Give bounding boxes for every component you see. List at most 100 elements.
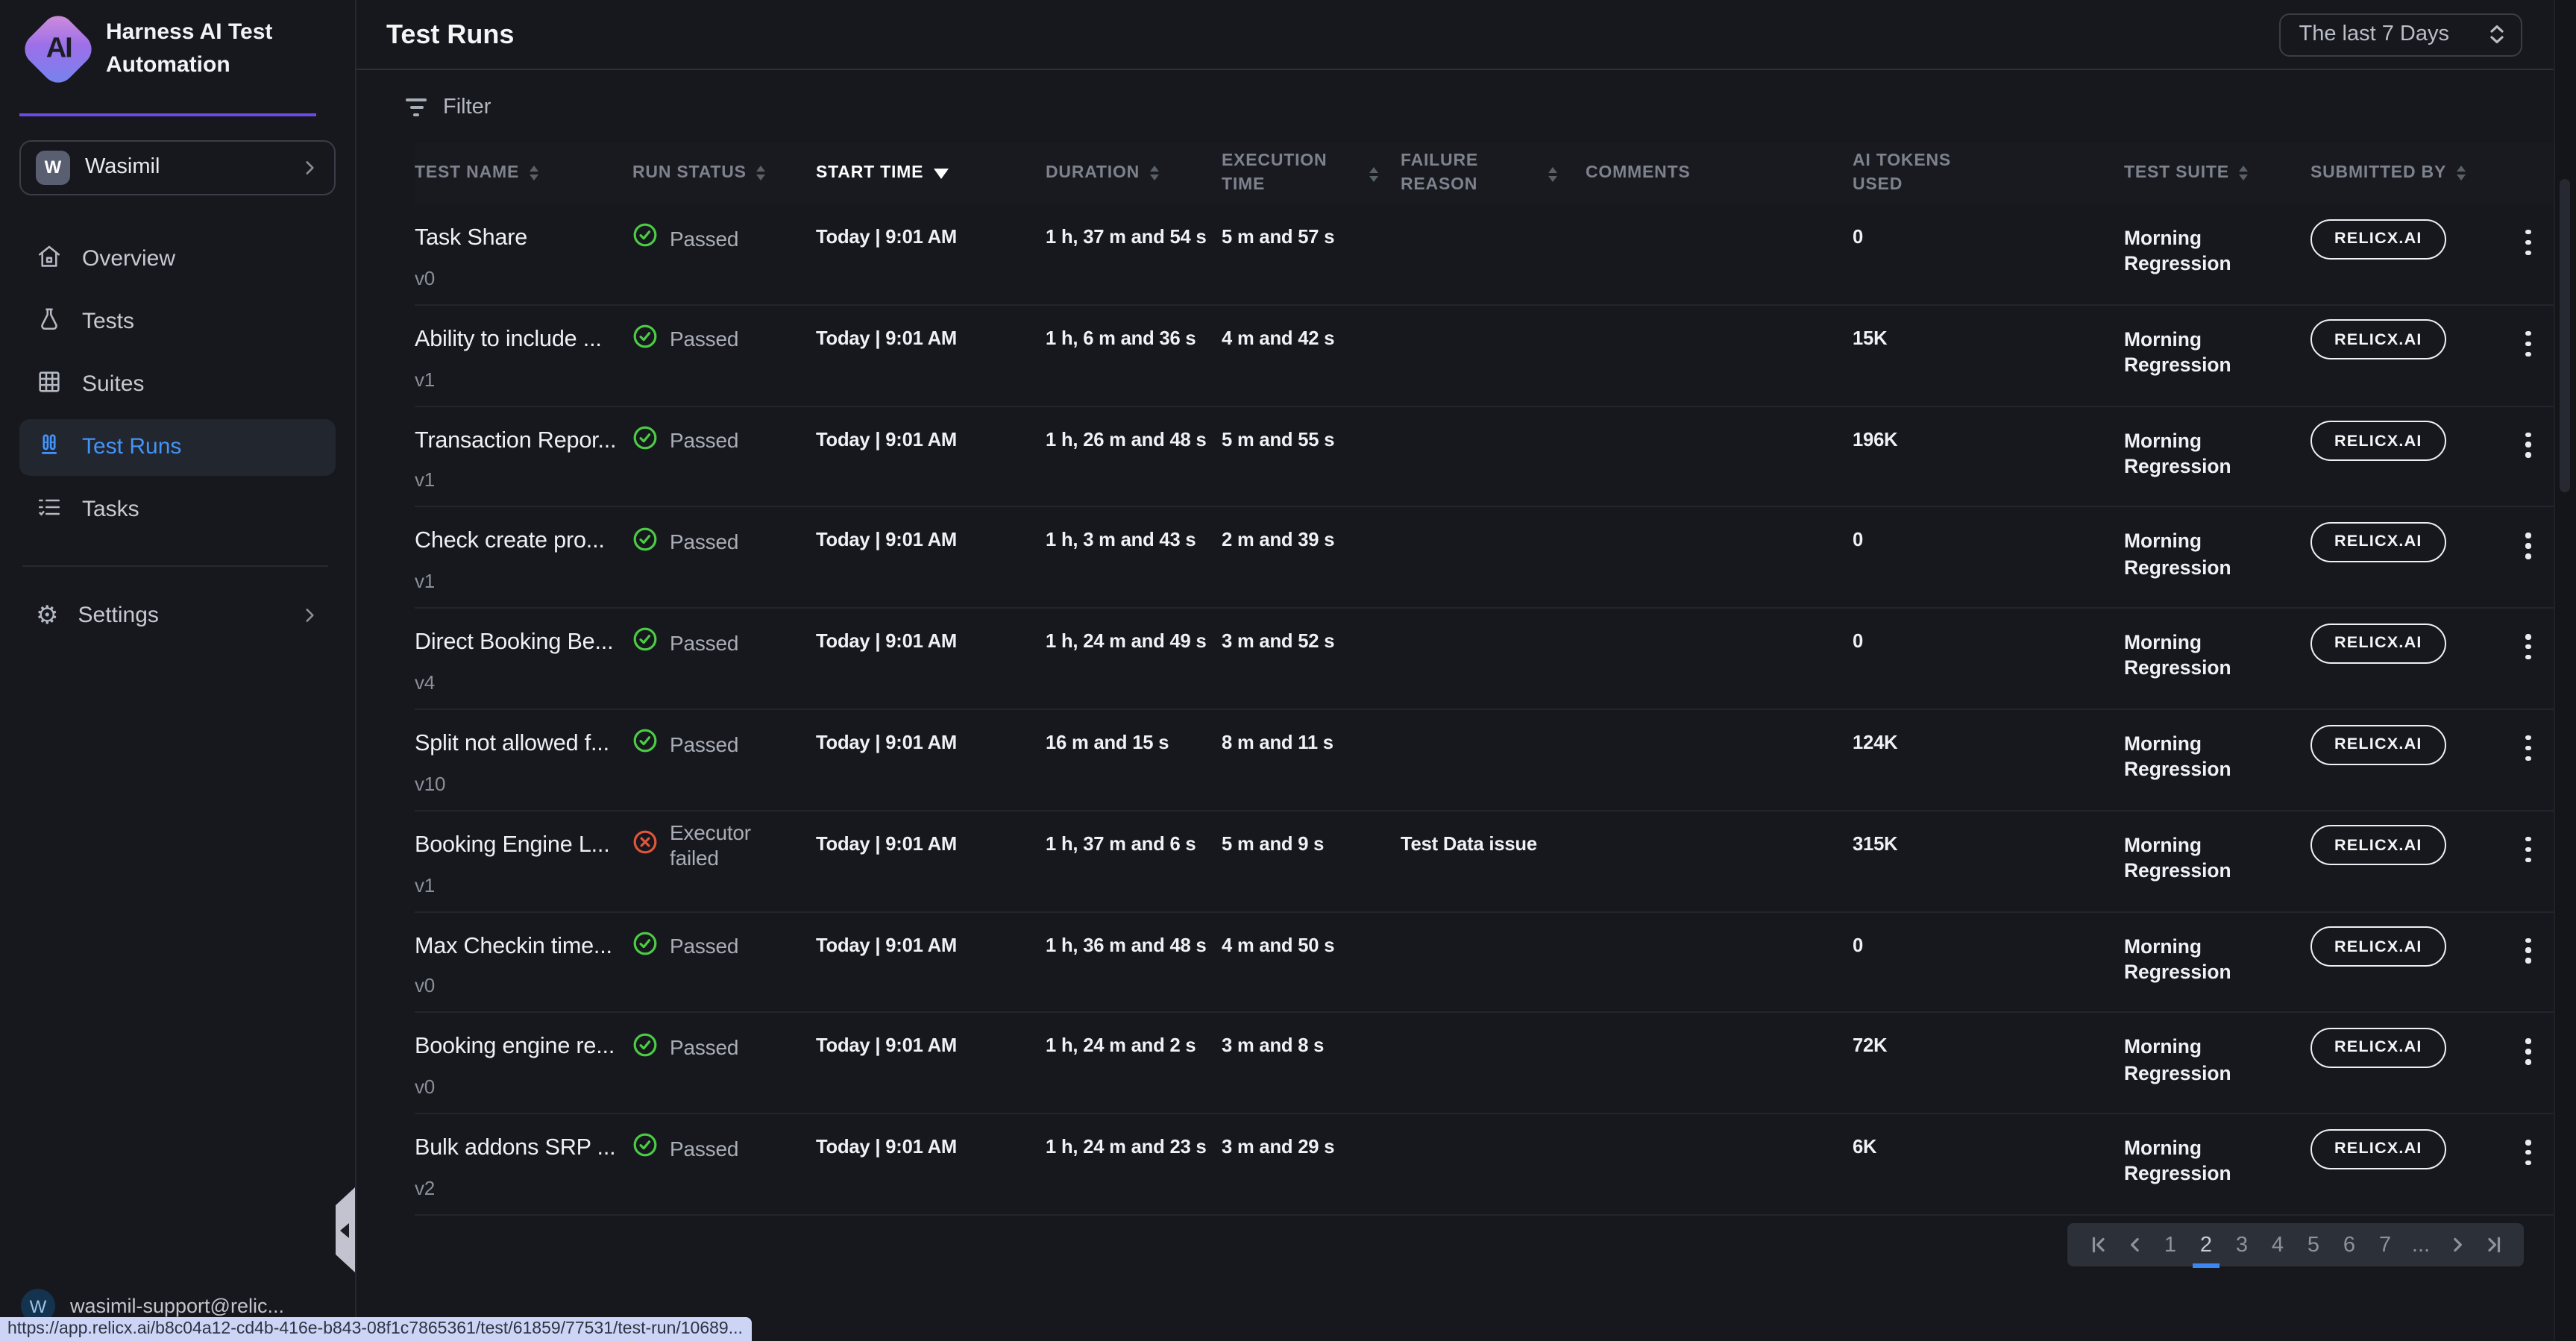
row-menu-button[interactable]: [2503, 710, 2554, 810]
row-menu-button[interactable]: [2503, 1114, 2554, 1214]
run-status: Passed: [632, 609, 816, 677]
execution-time: 5 m and 9 s: [1222, 811, 1401, 911]
failure-reason: [1401, 204, 1586, 304]
scrollbar-track[interactable]: [2554, 0, 2576, 1341]
column-header-ai-tokens-used[interactable]: AI TOKENS USED: [1853, 151, 2124, 197]
test-run-row[interactable]: Split not allowed f... v10 Passed Today …: [415, 710, 2554, 811]
test-run-row[interactable]: Max Checkin time... v0 Passed Today | 9:…: [415, 912, 2554, 1014]
sidebar-item-tasks[interactable]: Tasks: [19, 481, 336, 538]
column-header-failure-reason[interactable]: FAILURE REASON: [1401, 151, 1586, 197]
test-name[interactable]: Ability to include ...: [415, 325, 618, 355]
column-header-submitted-by[interactable]: SUBMITTED BY: [2310, 162, 2503, 185]
test-run-row[interactable]: Booking Engine L... v1 Executor failed T…: [415, 811, 2554, 913]
sort-desc-icon[interactable]: [934, 169, 949, 180]
page-button-2[interactable]: 2: [2190, 1223, 2222, 1266]
test-run-row[interactable]: Direct Booking Be... v4 Passed Today | 9…: [415, 609, 2554, 710]
date-range-select[interactable]: The last 7 Days: [2280, 13, 2523, 56]
sort-arrows-icon[interactable]: [2240, 166, 2249, 181]
page-title: Test Runs: [386, 19, 514, 50]
test-run-row[interactable]: Bulk addons SRP ... v2 Passed Today | 9:…: [415, 1114, 2554, 1216]
sidebar-item-settings[interactable]: ⚙ Settings: [19, 587, 336, 644]
grid-icon: [36, 368, 63, 401]
sidebar-item-label: Overview: [82, 246, 175, 271]
test-name[interactable]: Split not allowed f...: [415, 729, 618, 759]
column-header-test-suite[interactable]: TEST SUITE: [2124, 162, 2310, 185]
filter-button[interactable]: Filter: [356, 70, 2576, 143]
row-menu-button[interactable]: [2503, 306, 2554, 406]
test-run-row[interactable]: Transaction Repor... v1 Passed Today | 9…: [415, 406, 2554, 508]
test-name[interactable]: Direct Booking Be...: [415, 628, 618, 658]
comments: [1586, 508, 1853, 608]
test-name[interactable]: Booking engine re...: [415, 1033, 618, 1063]
test-run-row[interactable]: Booking engine re... v0 Passed Today | 9…: [415, 1014, 2554, 1115]
test-name[interactable]: Check create pro...: [415, 527, 618, 557]
sort-arrows-icon[interactable]: [1150, 166, 1159, 181]
row-menu-button[interactable]: [2503, 912, 2554, 1012]
row-menu-button[interactable]: [2503, 811, 2554, 911]
column-header-comments[interactable]: COMMENTS: [1586, 162, 1853, 185]
page-button-5[interactable]: 5: [2297, 1223, 2330, 1266]
page-button-1[interactable]: 1: [2154, 1223, 2187, 1266]
test-run-row[interactable]: Task Share v0 Passed Today | 9:01 AM 1 h…: [415, 204, 2554, 306]
user-email: wasimil-support@relic...: [70, 1295, 284, 1317]
sidebar-item-label: Test Runs: [82, 434, 181, 459]
test-name[interactable]: Task Share: [415, 224, 618, 254]
test-name[interactable]: Max Checkin time...: [415, 932, 618, 961]
row-menu-button[interactable]: [2503, 1014, 2554, 1114]
workspace-avatar: W: [36, 150, 70, 184]
test-name[interactable]: Transaction Repor...: [415, 426, 618, 456]
row-menu-button[interactable]: [2503, 609, 2554, 709]
ai-tokens-used: 315K: [1853, 811, 2124, 911]
row-menu-button[interactable]: [2503, 204, 2554, 304]
comments: [1586, 609, 1853, 709]
page-button-3[interactable]: 3: [2225, 1223, 2258, 1266]
test-version: v0: [415, 267, 618, 292]
comments: [1586, 204, 1853, 304]
page-button-4[interactable]: 4: [2261, 1223, 2294, 1266]
check-circle-icon: [632, 728, 658, 760]
submitted-by-badge: RELICX.AI: [2310, 826, 2446, 866]
row-menu-button[interactable]: [2503, 406, 2554, 506]
test-version: v0: [415, 975, 618, 1000]
test-version: v4: [415, 671, 618, 697]
page-button-6[interactable]: 6: [2333, 1223, 2366, 1266]
filter-icon: [406, 98, 427, 116]
test-run-row[interactable]: Ability to include ... v1 Passed Today |…: [415, 306, 2554, 407]
settings-label: Settings: [78, 603, 281, 628]
page-button-7[interactable]: 7: [2369, 1223, 2401, 1266]
column-header-test-name[interactable]: TEST NAME: [415, 162, 632, 185]
page-ellipsis[interactable]: ...: [2404, 1223, 2437, 1266]
execution-time: 5 m and 55 s: [1222, 406, 1401, 506]
test-suite: Morning Regression: [2124, 1114, 2310, 1214]
test-name[interactable]: Bulk addons SRP ...: [415, 1134, 618, 1163]
sidebar-item-overview[interactable]: Overview: [19, 230, 336, 287]
sort-arrows-icon[interactable]: [757, 166, 766, 181]
test-name[interactable]: Booking Engine L...: [415, 831, 618, 861]
sidebar-item-test-runs[interactable]: Test Runs: [19, 418, 336, 475]
submitted-by-badge: RELICX.AI: [2310, 1128, 2446, 1169]
sort-arrows-icon[interactable]: [530, 166, 538, 181]
sort-arrows-icon[interactable]: [1548, 166, 1557, 181]
start-time: Today | 9:01 AM: [816, 204, 1046, 304]
sidebar-collapse-handle[interactable]: [336, 1187, 355, 1272]
next-page-button[interactable]: [2440, 1223, 2473, 1266]
test-tubes-icon: [36, 430, 63, 463]
sidebar-item-suites[interactable]: Suites: [19, 356, 336, 412]
workspace-selector[interactable]: W Wasimil: [19, 139, 336, 195]
column-header-duration[interactable]: DURATION: [1046, 162, 1222, 185]
row-menu-button[interactable]: [2503, 508, 2554, 608]
sort-arrows-icon[interactable]: [2457, 166, 2466, 181]
column-header-start-time[interactable]: START TIME: [816, 162, 1046, 185]
ai-tokens-used: 0: [1853, 508, 2124, 608]
column-header-execution-time[interactable]: EXECUTION TIME: [1222, 151, 1401, 197]
test-run-row[interactable]: Check create pro... v1 Passed Today | 9:…: [415, 508, 2554, 609]
sidebar-item-tests[interactable]: Tests: [19, 293, 336, 350]
last-page-button[interactable]: [2476, 1223, 2509, 1266]
column-header-run-status[interactable]: RUN STATUS: [632, 162, 816, 185]
duration: 1 h, 37 m and 6 s: [1046, 811, 1222, 911]
sort-arrows-icon[interactable]: [1369, 166, 1378, 181]
first-page-button[interactable]: [2082, 1223, 2115, 1266]
submitted-by-badge: RELICX.AI: [2310, 623, 2446, 663]
previous-page-button[interactable]: [2118, 1223, 2151, 1266]
scrollbar-thumb[interactable]: [2560, 179, 2570, 492]
